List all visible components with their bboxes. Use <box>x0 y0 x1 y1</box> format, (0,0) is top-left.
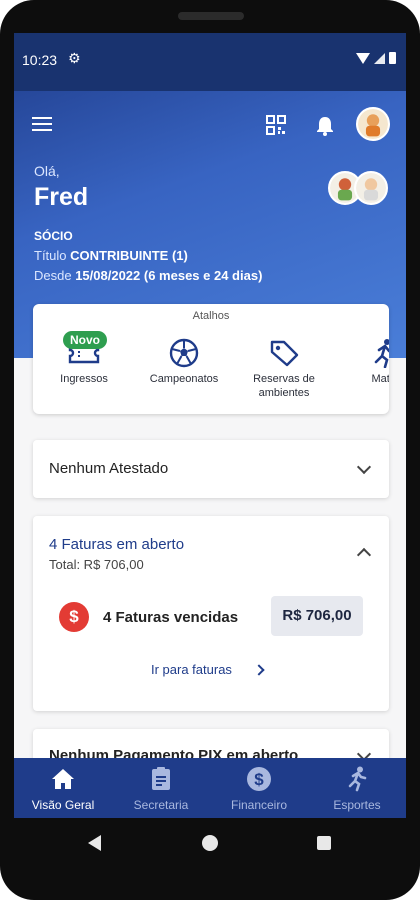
nav-visao-geral[interactable]: Visão Geral <box>14 758 112 818</box>
chevron-down-icon[interactable] <box>356 459 372 475</box>
user-name: Fred <box>34 183 89 211</box>
bell-icon[interactable] <box>314 115 336 137</box>
shortcut-reservas[interactable]: Reservas de ambientes <box>239 338 329 400</box>
home-icon <box>52 769 74 789</box>
menu-icon[interactable] <box>32 117 52 133</box>
running-icon <box>348 766 367 792</box>
status-time: 10:23 <box>22 52 58 68</box>
system-navigation-bar <box>0 818 420 868</box>
faturas-card: 4 Faturas em aberto Total: R$ 706,00 $ 4… <box>33 516 389 711</box>
faturas-total: Total: R$ 706,00 <box>49 557 144 572</box>
nav-label: Financeiro <box>230 798 288 812</box>
family-avatars[interactable] <box>328 169 388 207</box>
nav-label: Esportes <box>333 798 381 812</box>
battery-icon <box>389 52 396 64</box>
soccer-ball-icon <box>169 338 199 368</box>
shortcut-label: Ingressos <box>60 373 108 385</box>
faturas-title: 4 Faturas em aberto <box>49 536 185 553</box>
system-indicators <box>356 52 396 64</box>
shortcut-label: Reservas de ambientes <box>253 373 315 399</box>
since-value: 15/08/2022 (6 meses e 24 dias) <box>75 268 263 283</box>
gear-icon: ⚙ <box>68 50 81 66</box>
chevron-up-icon[interactable] <box>356 547 372 563</box>
atestado-card[interactable]: Nenhum Atestado <box>33 440 389 498</box>
back-icon[interactable] <box>88 835 101 851</box>
nav-financeiro[interactable]: $ Financeiro <box>210 758 308 818</box>
nav-esportes[interactable]: Esportes <box>308 758 406 818</box>
shortcut-ingressos[interactable]: Novo Ingressos <box>39 331 129 386</box>
qr-code-icon[interactable] <box>266 115 286 135</box>
wifi-icon <box>356 52 370 64</box>
speaker-grille <box>178 12 244 20</box>
title-line: Título CONTRIBUINTE (1) <box>34 248 188 263</box>
overdue-amount: R$ 706,00 <box>271 596 363 636</box>
overdue-label: 4 Faturas vencidas <box>103 609 239 626</box>
phone-frame: 10:23 ⚙ Olá, Fred SÓCIO Título CONTRIBUI… <box>0 0 420 900</box>
home-circle-icon[interactable] <box>202 835 218 851</box>
new-badge: Novo <box>63 331 107 349</box>
recent-apps-icon[interactable] <box>317 836 331 850</box>
shortcut-label: Matrí <box>371 373 389 385</box>
screen: 10:23 ⚙ Olá, Fred SÓCIO Título CONTRIBUI… <box>14 33 406 818</box>
shortcut-matricula[interactable]: Matrí <box>339 338 389 386</box>
bottom-navigation: Visão Geral Secretaria $ Financeiro Espo… <box>14 758 406 818</box>
shortcut-label: Campeonatos <box>149 373 219 385</box>
go-to-invoices-link[interactable]: Ir para faturas <box>151 662 232 677</box>
clipboard-icon <box>152 767 170 790</box>
nav-secretaria[interactable]: Secretaria <box>112 758 210 818</box>
title-label: Título <box>34 248 67 263</box>
dollar-icon: $ <box>247 767 271 791</box>
app-bar <box>14 103 406 147</box>
svg-text:$: $ <box>254 770 264 789</box>
shortcuts-card: Atalhos Novo Ingressos Campeonatos Reser… <box>33 304 389 414</box>
title-value: CONTRIBUINTE (1) <box>70 248 188 263</box>
shortcut-campeonatos[interactable]: Campeonatos <box>139 338 229 386</box>
nav-label: Secretaria <box>133 798 189 812</box>
signal-icon <box>374 52 385 64</box>
nav-label: Visão Geral <box>31 798 95 812</box>
avatar[interactable] <box>354 171 388 205</box>
avatar[interactable] <box>356 107 390 141</box>
greeting-text: Olá, <box>34 163 60 179</box>
atestado-title: Nenhum Atestado <box>49 460 169 477</box>
tag-icon <box>270 340 299 367</box>
running-icon <box>374 339 389 368</box>
since-label: Desde <box>34 268 72 283</box>
since-line: Desde 15/08/2022 (6 meses e 24 dias) <box>34 268 262 283</box>
status-bar: 10:23 ⚙ <box>14 33 406 91</box>
dollar-icon: $ <box>59 602 89 632</box>
chevron-right-icon[interactable] <box>253 664 265 676</box>
membership-type: SÓCIO <box>34 229 73 243</box>
shortcuts-title: Atalhos <box>192 310 230 322</box>
